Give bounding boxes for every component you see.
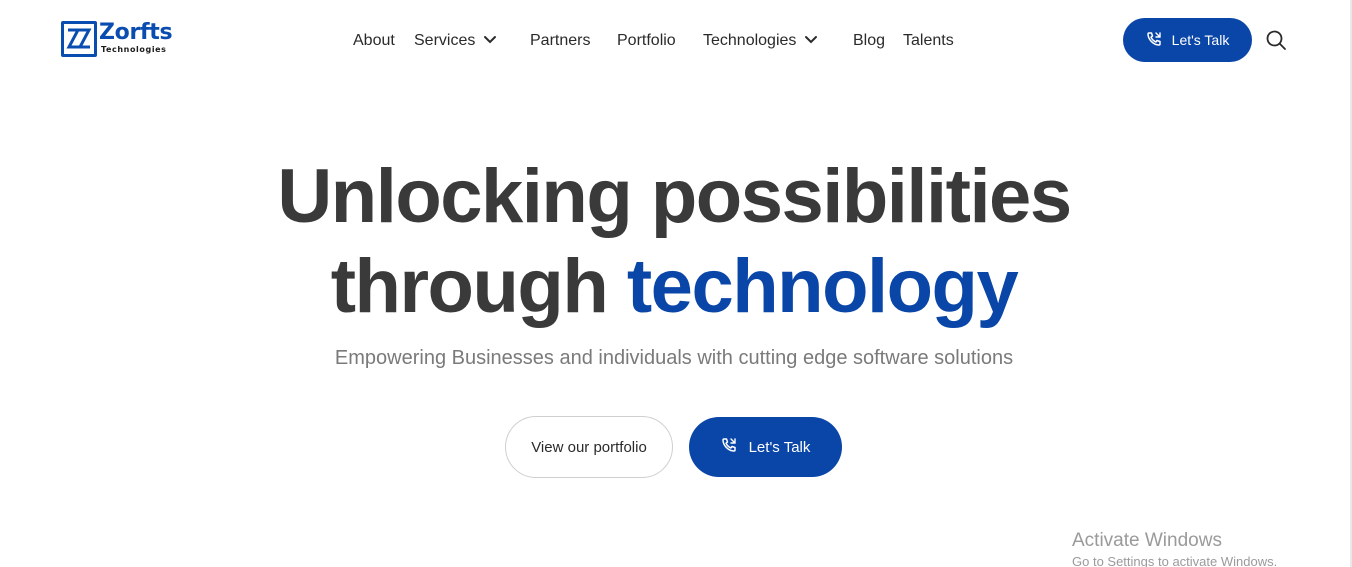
- nav-portfolio[interactable]: Portfolio: [617, 29, 676, 53]
- logo-tagline: Technologies: [101, 45, 167, 54]
- nav-partners-label: Partners: [530, 32, 591, 49]
- phone-call-icon: [721, 437, 737, 457]
- chevron-down-icon: [483, 32, 497, 50]
- hero-lets-talk-label: Let's Talk: [748, 438, 811, 456]
- view-portfolio-label: View our portfolio: [531, 438, 647, 456]
- nav-about-label: About: [353, 32, 395, 49]
- logo-name: Zorfts: [99, 20, 173, 45]
- phone-call-icon: [1146, 31, 1162, 50]
- watermark-title: Activate Windows: [1072, 530, 1222, 551]
- search-icon[interactable]: [1265, 29, 1287, 51]
- nav-blog[interactable]: Blog: [853, 29, 885, 53]
- nav-portfolio-label: Portfolio: [617, 32, 676, 49]
- nav-technologies-label: Technologies: [703, 32, 797, 49]
- nav-services-label: Services: [414, 32, 476, 49]
- nav-technologies[interactable]: Technologies: [703, 29, 818, 53]
- hero-title-line2: through: [330, 244, 627, 329]
- logo[interactable]: Zorfts Technologies: [61, 21, 185, 59]
- hero-title-line1: Unlocking possibilities: [277, 154, 1072, 239]
- hero-lets-talk-button[interactable]: Let's Talk: [689, 417, 842, 477]
- nav-talents-label: Talents: [903, 32, 954, 49]
- logo-mark-icon: [61, 21, 97, 57]
- nav-about[interactable]: About: [353, 29, 395, 53]
- chevron-down-icon: [804, 32, 818, 50]
- hero-subtitle: Empowering Businesses and individuals wi…: [334, 347, 1014, 369]
- page: Zorfts Technologies About Services Partn…: [0, 0, 1352, 567]
- hero-title-accent: technology: [626, 244, 1019, 329]
- nav-partners[interactable]: Partners: [530, 29, 590, 53]
- hero-title: Unlocking possibilities through technolo…: [0, 152, 1348, 332]
- site-header: Zorfts Technologies About Services Partn…: [0, 0, 1352, 80]
- header-lets-talk-label: Let's Talk: [1171, 32, 1230, 48]
- watermark-subtitle: Go to Settings to activate Windows.: [1072, 554, 1278, 567]
- nav-blog-label: Blog: [853, 32, 886, 49]
- nav-services[interactable]: Services: [414, 29, 497, 53]
- view-portfolio-button[interactable]: View our portfolio: [505, 416, 673, 478]
- windows-activation-watermark: Activate Windows Go to Settings to activ…: [1072, 529, 1352, 567]
- header-lets-talk-button[interactable]: Let's Talk: [1123, 18, 1252, 62]
- nav-talents[interactable]: Talents: [903, 29, 954, 53]
